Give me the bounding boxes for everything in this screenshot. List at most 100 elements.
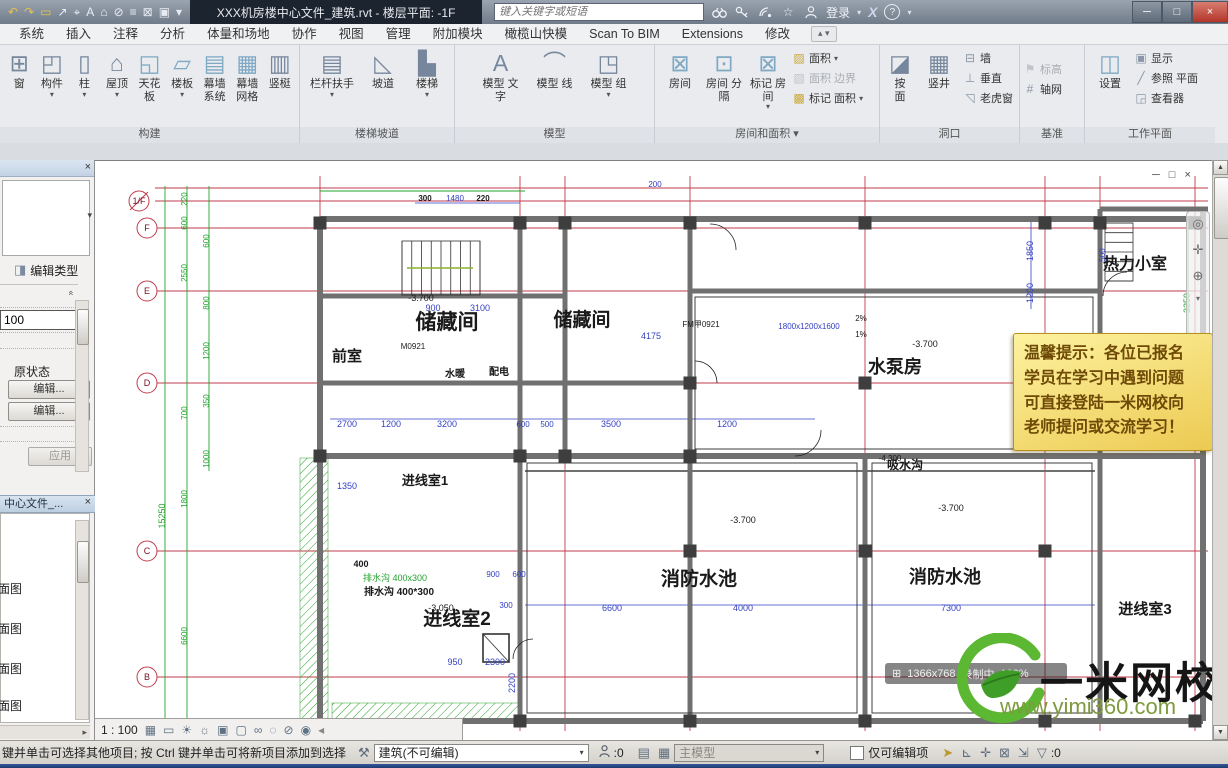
tab-massing-site[interactable]: 体量和场地	[196, 24, 281, 45]
roof-button[interactable]: ⌂ 屋顶 ▾	[101, 48, 134, 98]
shaft-opening-button[interactable]: ▦ 竖井	[917, 48, 961, 91]
plan-text[interactable]: 排水沟 400x300	[363, 572, 427, 583]
plan-text[interactable]: 排水沟 400*300	[364, 585, 434, 598]
column-button[interactable]: ▯ 柱 ▾	[68, 48, 101, 98]
scroll-thumb[interactable]	[1214, 177, 1228, 239]
drag-on-selection-icon[interactable]: ⇲	[1018, 745, 1029, 761]
view-minimize-icon[interactable]: ─	[1152, 169, 1160, 181]
tab-view[interactable]: 视图	[328, 24, 375, 45]
browser-view-item[interactable]: 面图	[0, 660, 22, 677]
default-3d-view-icon[interactable]: ⌂	[100, 1, 107, 23]
properties-close-icon[interactable]: ×	[85, 161, 91, 173]
plan-text[interactable]: 6600	[602, 603, 622, 613]
crop-view-icon[interactable]: ▣	[217, 723, 228, 737]
plan-text[interactable]: 7300	[941, 603, 961, 613]
login-dropdown-icon[interactable]: ▾	[857, 8, 861, 17]
grid-bubble-label[interactable]: D	[144, 378, 151, 388]
structural-column[interactable]	[558, 449, 572, 463]
infocenter-search-input[interactable]	[494, 3, 705, 21]
structural-column[interactable]	[858, 376, 872, 390]
plan-text[interactable]: 2%	[855, 314, 867, 323]
structural-column[interactable]	[313, 216, 327, 230]
plan-text[interactable]: 进线室3	[1118, 600, 1171, 618]
plan-text[interactable]: 2700	[337, 419, 357, 429]
drawing-area[interactable]: 1/F F E D C B 储藏间 储藏间 前室 水泵房 热力小室 吸水沟 消防水池 消防水池 进线室1 进线…	[95, 160, 1212, 740]
structural-column[interactable]	[1093, 216, 1107, 230]
plan-text[interactable]: 消防水池	[661, 567, 737, 590]
plan-text[interactable]: 1350	[337, 481, 357, 491]
structural-column[interactable]	[513, 216, 527, 230]
door-swing-arc[interactable]	[1102, 271, 1128, 297]
curtain-system-button[interactable]: ▤ 幕墙 系统	[198, 48, 231, 103]
type-selector-dropdown-icon[interactable]: ▾	[87, 210, 92, 221]
help-icon[interactable]: ?	[884, 4, 901, 20]
detail-level-icon[interactable]: ▦	[145, 723, 156, 737]
plan-text[interactable]: 水泵房	[868, 356, 922, 377]
plan-text[interactable]: -3.700	[408, 293, 434, 303]
window-button[interactable]: ⊞ 窗	[3, 48, 36, 91]
room-separator-button[interactable]: ⊡ 房间 分隔	[702, 48, 746, 103]
tab-modify[interactable]: 修改	[754, 24, 801, 45]
properties-scrollbar[interactable]	[75, 300, 89, 472]
component-button[interactable]: ◰ 构件 ▾	[36, 48, 69, 98]
mullion-button[interactable]: ▥ 竖梃	[264, 48, 297, 91]
grid-bubble-label[interactable]: E	[144, 286, 150, 296]
plan-text[interactable]: 3200	[437, 419, 457, 429]
plan-text[interactable]: 800	[202, 296, 211, 310]
select-underlay-icon[interactable]: ⊾	[961, 745, 972, 761]
plan-text[interactable]: 600	[512, 570, 526, 579]
grid-bubble-label[interactable]: B	[144, 672, 150, 682]
editable-only-checkbox[interactable]: 仅可编辑项	[850, 744, 928, 761]
plan-text[interactable]: -4.300	[879, 454, 902, 463]
text-icon[interactable]: A	[86, 1, 94, 23]
pan-icon[interactable]: ✛	[1193, 242, 1204, 258]
model-line-button[interactable]: ⌒ 模型 线	[533, 48, 577, 91]
show-work-plane-button[interactable]: ▣ 显示	[1134, 48, 1198, 68]
selection-filter-funnel-icon[interactable]: ▽	[1037, 745, 1047, 761]
worksets-icon[interactable]: ⚒	[358, 745, 370, 761]
switch-windows-icon[interactable]: ▣	[159, 1, 170, 23]
room-button[interactable]: ⊠ 房间	[658, 48, 702, 91]
plan-text[interactable]: 2300	[485, 657, 505, 667]
plan-text[interactable]: M0921	[401, 342, 426, 351]
plan-text[interactable]: 600	[202, 234, 211, 248]
plan-text[interactable]: 220	[476, 194, 490, 203]
plan-text[interactable]: 500	[1098, 248, 1107, 262]
measure-icon[interactable]: ▭	[40, 1, 51, 23]
plan-text[interactable]: 1480	[446, 194, 464, 203]
viewbar-collapse-icon[interactable]: ◂	[318, 723, 324, 737]
temporary-hide-isolate-icon[interactable]: ◌	[269, 723, 276, 737]
plan-text[interactable]: 1850	[1025, 241, 1035, 261]
structural-column[interactable]	[513, 449, 527, 463]
type-selector[interactable]	[2, 180, 90, 256]
structural-column[interactable]	[1038, 544, 1052, 558]
curtain-grid-button[interactable]: ▦ 幕墙 网格	[231, 48, 264, 103]
structural-column[interactable]	[683, 449, 697, 463]
panel-label-build[interactable]: 构建	[0, 127, 299, 143]
plan-text[interactable]: 950	[447, 657, 462, 667]
tab-manage[interactable]: 管理	[375, 24, 422, 45]
undo-icon[interactable]: ↶	[8, 1, 18, 23]
restore-button[interactable]: □	[1162, 1, 1192, 23]
selection-filter-person-icon[interactable]	[599, 744, 610, 761]
plan-text[interactable]: 前室	[332, 347, 362, 365]
structural-column[interactable]	[313, 449, 327, 463]
navbar-more-icon[interactable]: ▾	[1196, 294, 1200, 303]
browser-view-item[interactable]: 面图	[0, 697, 22, 714]
browser-scrollbar[interactable]	[75, 520, 89, 720]
crop-region-icon[interactable]: ▢	[236, 723, 247, 737]
set-work-plane-button[interactable]: ◫ 设置	[1088, 48, 1132, 91]
close-button[interactable]: ×	[1192, 1, 1228, 23]
ceiling-button[interactable]: ◱ 天花板	[133, 48, 166, 103]
select-pinned-icon[interactable]: ✛	[980, 745, 991, 761]
model-group-button[interactable]: ◳ 模型 组 ▾	[587, 48, 631, 98]
design-options-pick-icon[interactable]: ▦	[658, 745, 670, 761]
properties-header[interactable]	[0, 160, 94, 177]
tab-annotate[interactable]: 注释	[102, 24, 149, 45]
view-scale[interactable]: 1 : 100	[101, 723, 138, 737]
select-links-icon[interactable]: ➤	[942, 745, 953, 761]
tab-addins[interactable]: 附加模块	[422, 24, 494, 45]
plan-text[interactable]: 1800x1200x1600	[778, 322, 840, 331]
project-browser-header[interactable]: 中心文件_...	[0, 495, 95, 513]
scroll-down-icon[interactable]: ▼	[1213, 725, 1228, 740]
